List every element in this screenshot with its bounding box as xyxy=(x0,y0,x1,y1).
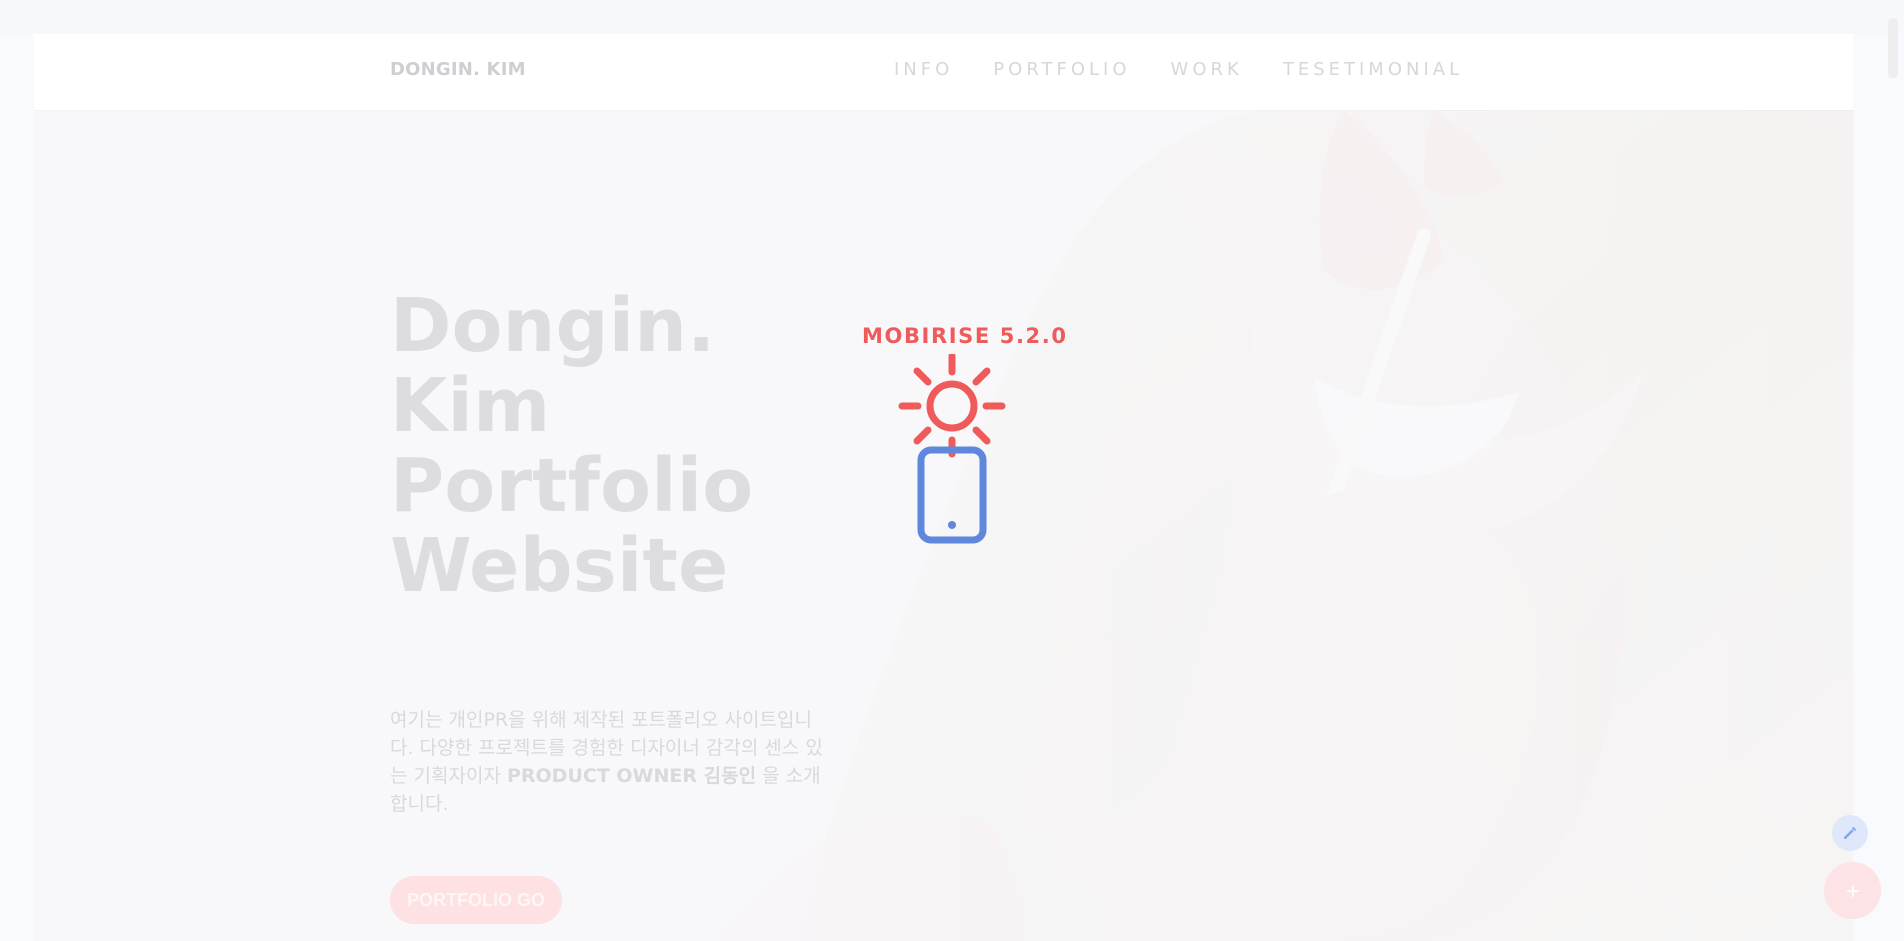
hero-title-line-2: Portfolio xyxy=(390,443,754,529)
hero-title-line-3: Website xyxy=(390,523,729,609)
top-strip xyxy=(0,0,1904,34)
plus-icon xyxy=(1846,884,1859,897)
mobirise-badge: MOBIRISE 5.2.0 xyxy=(862,324,1068,548)
hero-description: 여기는 개인PR을 위해 제작된 포트폴리오 사이트입니다. 다양한 프로젝트를… xyxy=(390,706,835,818)
mobirise-logo-icon xyxy=(898,352,1006,544)
nav-link-portfolio[interactable]: PORTFOLIO xyxy=(993,59,1130,80)
mobirise-version-label: MOBIRISE 5.2.0 xyxy=(862,324,1068,348)
brand-logo-text[interactable]: DONGIN. KIM xyxy=(390,59,526,80)
nav-link-info[interactable]: INFO xyxy=(894,59,953,80)
vertical-scrollbar[interactable] xyxy=(1888,18,1898,78)
nav-link-testimonial[interactable]: TESETIMONIAL xyxy=(1283,59,1463,80)
nav-link-work[interactable]: WORK xyxy=(1171,59,1243,80)
page: DONGIN. KIM INFO PORTFOLIO WORK TESETIMO… xyxy=(0,0,1904,941)
hero-content: Dongin. Kim Portfolio Website 여기는 개인PR을 … xyxy=(390,286,850,924)
hero-description-highlight: PRODUCT OWNER 김동인 xyxy=(506,765,757,787)
portfolio-go-button[interactable]: PORTFOLIO GO xyxy=(390,876,562,924)
floating-edit-button[interactable] xyxy=(1832,815,1868,851)
hero-title: Dongin. Kim Portfolio Website xyxy=(390,286,850,606)
main-navigation: INFO PORTFOLIO WORK TESETIMONIAL xyxy=(894,59,1463,80)
pencil-icon xyxy=(1844,827,1856,839)
hero-title-line-1: Dongin. Kim xyxy=(390,283,716,449)
floating-add-button[interactable] xyxy=(1824,862,1881,919)
top-navbar: DONGIN. KIM INFO PORTFOLIO WORK TESETIMO… xyxy=(34,34,1853,110)
